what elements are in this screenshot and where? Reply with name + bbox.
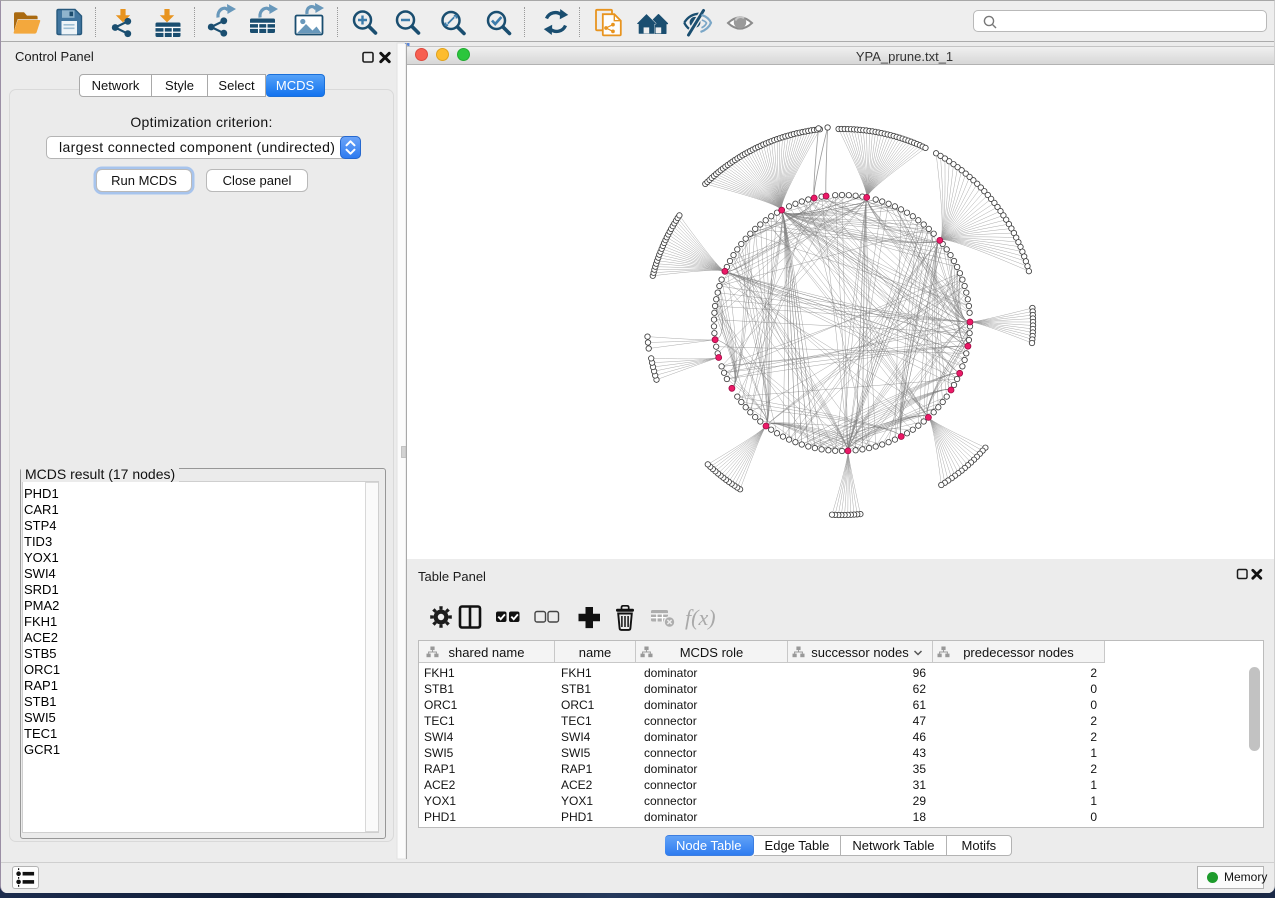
svg-text:f(x): f(x) — [685, 605, 716, 630]
